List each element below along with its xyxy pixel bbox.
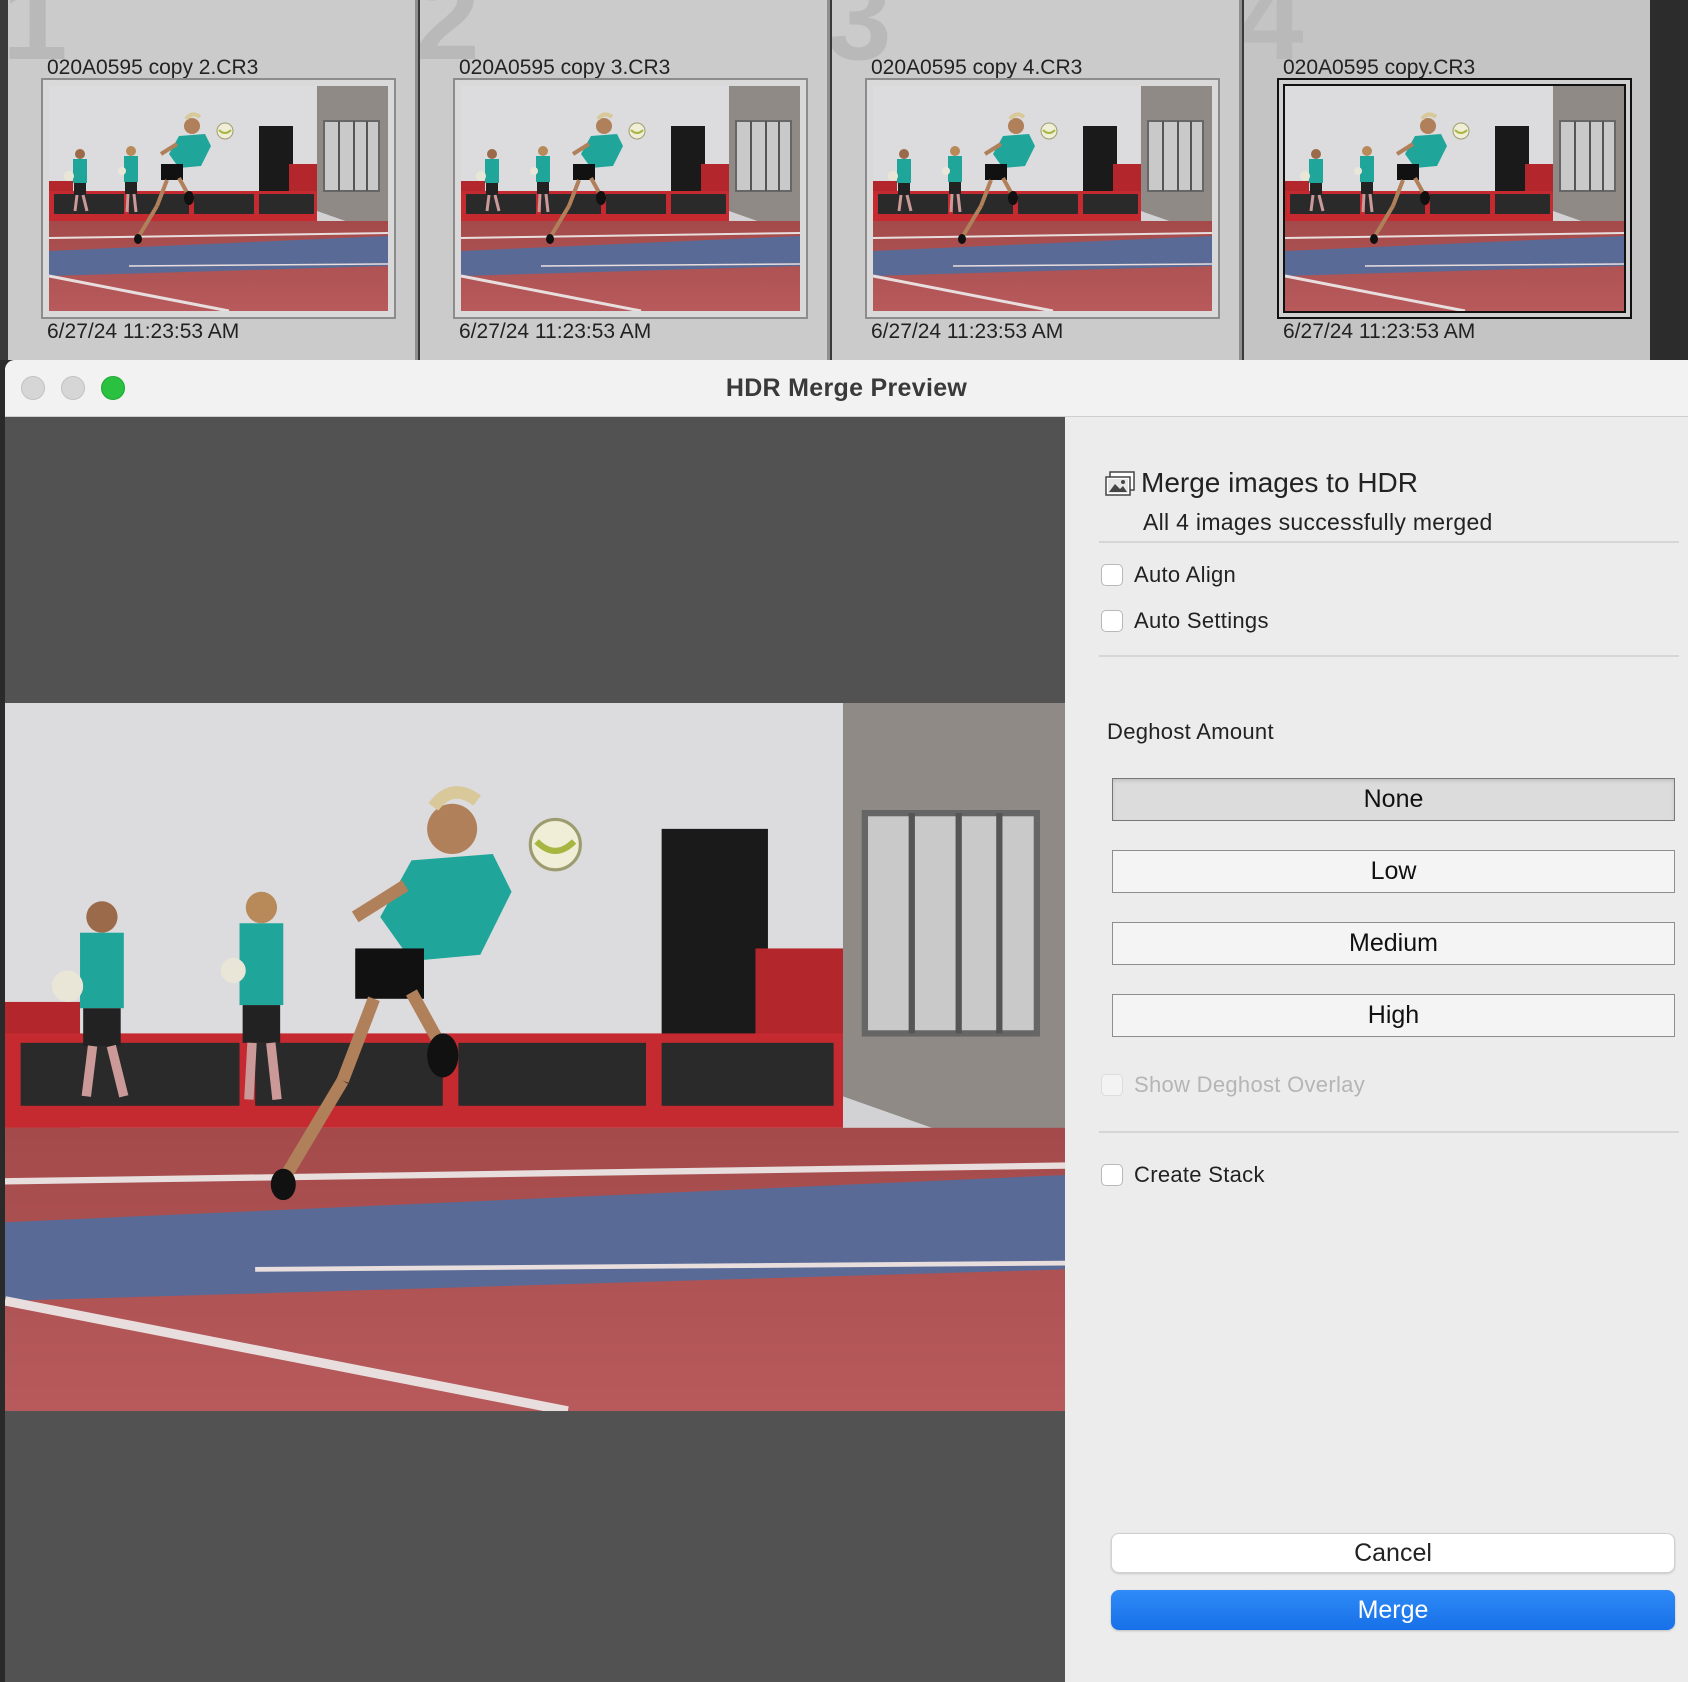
cell-filename: 020A0595 copy 2.CR3 [47, 56, 259, 79]
thumbnail-image [1283, 84, 1626, 313]
merge-button[interactable]: Merge [1111, 1590, 1675, 1630]
auto-settings-option[interactable]: Auto Settings [1101, 608, 1269, 634]
filmstrip-cell[interactable]: 3 020A0595 copy 4.CR3 6/27/24 11:23:53 A… [832, 0, 1242, 360]
thumbnail-image [49, 86, 388, 311]
show-deghost-overlay-option: Show Deghost Overlay [1101, 1072, 1365, 1098]
thumbnail-frame[interactable] [865, 78, 1220, 319]
create-stack-label: Create Stack [1134, 1162, 1265, 1187]
filmstrip-edge [1650, 0, 1688, 360]
photo-stack-icon [1105, 471, 1135, 496]
create-stack-option[interactable]: Create Stack [1101, 1162, 1265, 1188]
cell-capture-date: 6/27/24 11:23:53 AM [1283, 320, 1476, 343]
title-bar[interactable]: HDR Merge Preview [5, 360, 1688, 417]
filmstrip-cell-selected[interactable]: 4 020A0595 copy.CR3 6/27/24 11:23:53 AM [1244, 0, 1654, 360]
merge-options-panel: Merge images to HDR All 4 images success… [1065, 417, 1688, 1682]
deghost-medium-button[interactable]: Medium [1112, 922, 1675, 965]
merged-preview-image [5, 703, 1065, 1411]
panel-title: Merge images to HDR [1141, 467, 1418, 498]
divider [1099, 1131, 1679, 1133]
show-deghost-overlay-label: Show Deghost Overlay [1134, 1072, 1365, 1097]
cell-capture-date: 6/27/24 11:23:53 AM [47, 320, 240, 343]
deghost-amount-label: Deghost Amount [1107, 719, 1274, 744]
filmstrip: 1 020A0595 copy 2.CR3 6/27/24 11:23:53 A… [0, 0, 1688, 360]
merge-status-text: All 4 images successfully merged [1143, 509, 1493, 535]
filmstrip-cell[interactable]: 2 020A0595 copy 3.CR3 6/27/24 11:23:53 A… [420, 0, 830, 360]
filmstrip-cell[interactable]: 1 020A0595 copy 2.CR3 6/27/24 11:23:53 A… [8, 0, 418, 360]
thumbnail-image [461, 86, 800, 311]
cell-filename: 020A0595 copy.CR3 [1283, 56, 1476, 79]
auto-align-option[interactable]: Auto Align [1101, 562, 1236, 588]
divider [1099, 541, 1679, 543]
hdr-merge-dialog: HDR Merge Preview Merge images to HDR Al… [5, 360, 1688, 1682]
cell-filename: 020A0595 copy 3.CR3 [459, 56, 671, 79]
create-stack-checkbox[interactable] [1101, 1164, 1123, 1186]
thumbnail-frame[interactable] [41, 78, 396, 319]
deghost-low-button[interactable]: Low [1112, 850, 1675, 893]
cell-filename: 020A0595 copy 4.CR3 [871, 56, 1083, 79]
auto-align-label: Auto Align [1134, 562, 1237, 587]
cancel-button[interactable]: Cancel [1111, 1533, 1675, 1573]
deghost-high-button[interactable]: High [1112, 994, 1675, 1037]
thumbnail-image [873, 86, 1212, 311]
cell-capture-date: 6/27/24 11:23:53 AM [871, 320, 1064, 343]
window-title: HDR Merge Preview [725, 374, 968, 402]
auto-align-checkbox[interactable] [1101, 564, 1123, 586]
show-deghost-overlay-checkbox [1101, 1074, 1123, 1096]
preview-area [5, 417, 1065, 1682]
thumbnail-frame[interactable] [1277, 78, 1632, 319]
auto-settings-label: Auto Settings [1134, 608, 1269, 633]
cell-capture-date: 6/27/24 11:23:53 AM [459, 320, 652, 343]
auto-settings-checkbox[interactable] [1101, 610, 1123, 632]
divider [1099, 655, 1679, 657]
thumbnail-frame[interactable] [453, 78, 808, 319]
deghost-none-button[interactable]: None [1112, 778, 1675, 821]
